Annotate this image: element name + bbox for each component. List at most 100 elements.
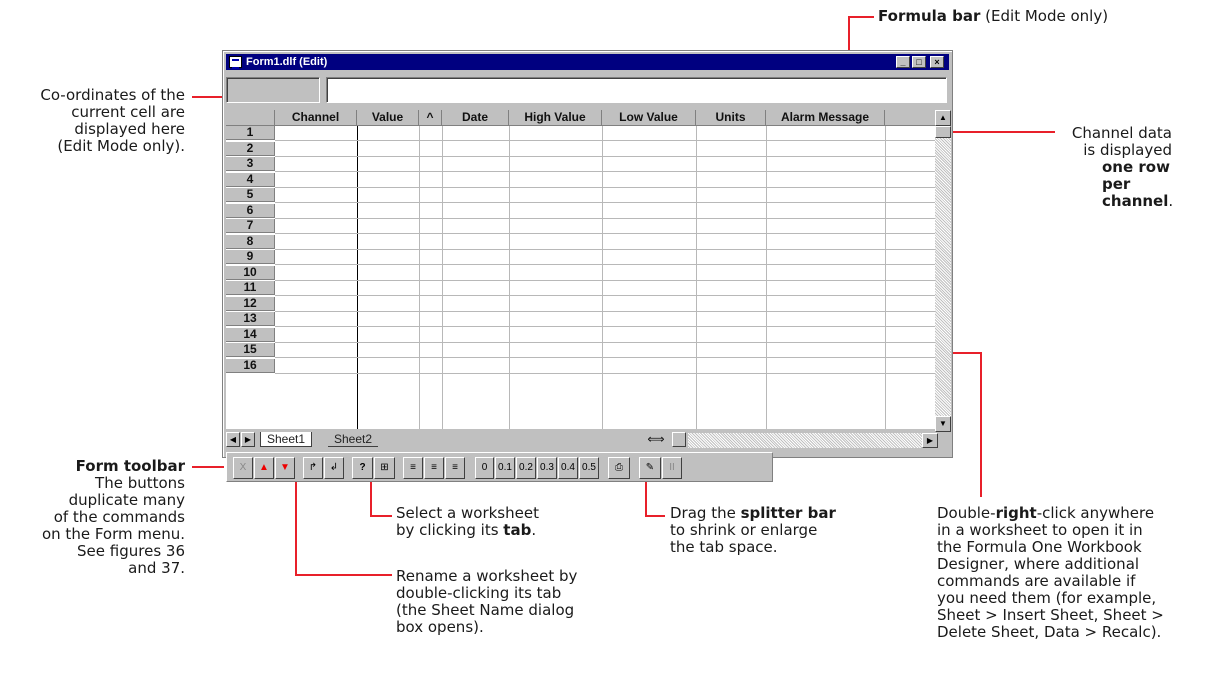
row-header[interactable]: 13 (226, 312, 275, 326)
leader-line (370, 515, 392, 517)
window-title: Form1.dlf (Edit) (246, 56, 328, 68)
gridline (275, 372, 936, 374)
rename-worksheet-callout: Rename a worksheet by double-clicking it… (396, 567, 578, 636)
delete-button[interactable]: X (233, 457, 253, 479)
grid-button[interactable]: ⊞ (374, 457, 395, 479)
tab-scroll-left-button[interactable]: ◀ (226, 432, 240, 447)
form-toolbar: X ▲ ▼ ↱ ↲ ? ⊞ ≡ ≡ ≡ 0 0.1 0.2 0.3 0.4 0.… (226, 452, 773, 482)
splitter-bar[interactable]: ⟺ (641, 432, 671, 447)
row-header[interactable]: 8 (226, 234, 275, 249)
column-header[interactable]: High Value (509, 110, 602, 126)
column-header[interactable]: Low Value (602, 110, 696, 126)
decimals-4-button[interactable]: 0.4 (558, 457, 578, 479)
column-header[interactable]: Units (696, 110, 766, 126)
maximize-button[interactable]: □ (912, 56, 926, 68)
channel-data-callout: Channel data is displayed one row per ch… (1071, 124, 1174, 210)
decimals-2-button[interactable]: 0.2 (516, 457, 536, 479)
leader-line (192, 96, 224, 98)
column-header[interactable]: Value (357, 110, 419, 126)
cell-coordinates-box (226, 77, 320, 103)
worksheet-grid[interactable]: Channel Value ^ Date High Value Low Valu… (226, 110, 936, 429)
column-header[interactable]: Date (442, 110, 509, 126)
leader-line (192, 466, 224, 468)
row-header[interactable]: 16 (226, 358, 275, 373)
gridline (275, 326, 936, 327)
workbook-window: Form1.dlf (Edit) _ □ × Channel Value ^ D… (222, 50, 953, 458)
gridline (275, 341, 936, 343)
tab-sheet2[interactable]: Sheet2 (328, 432, 379, 447)
decimals-1-button[interactable]: 0.1 (495, 457, 515, 479)
worksheet-app-icon (229, 56, 242, 69)
pause-button[interactable]: II (662, 457, 682, 479)
decimals-5-button[interactable]: 0.5 (579, 457, 599, 479)
row-header[interactable]: 12 (226, 296, 275, 311)
corner-header[interactable] (226, 110, 275, 126)
leader-line (935, 131, 1055, 133)
properties-button[interactable]: ⎙ (608, 457, 630, 479)
align-left-button[interactable]: ≡ (403, 457, 423, 479)
tab-sheet1[interactable]: Sheet1 (260, 432, 313, 447)
decimals-3-button[interactable]: 0.3 (537, 457, 557, 479)
row-header[interactable]: 7 (226, 219, 275, 233)
scroll-up-button[interactable]: ▲ (935, 110, 951, 126)
insert-row-button[interactable]: ↱ (303, 457, 323, 479)
move-down-button[interactable]: ▼ (275, 457, 295, 479)
row-header[interactable]: 5 (226, 188, 275, 202)
gridline (275, 217, 936, 219)
gridline (275, 264, 936, 265)
title-bar[interactable]: Form1.dlf (Edit) _ □ × (226, 54, 949, 70)
leader-line (980, 352, 982, 497)
gridline (275, 202, 936, 203)
gridline (275, 248, 936, 250)
form-toolbar-callout: Form toolbar The buttons duplicate many … (41, 457, 185, 577)
decimals-0-button[interactable]: 0 (475, 457, 494, 479)
gridline (275, 140, 936, 141)
gridline (275, 186, 936, 188)
column-header[interactable]: ^ (419, 110, 442, 126)
select-worksheet-callout: Select a worksheet by clicking its tab. (396, 504, 539, 539)
minimize-button[interactable]: _ (896, 56, 910, 68)
scroll-down-button[interactable]: ▼ (935, 416, 951, 432)
row-header[interactable]: 1 (226, 126, 275, 140)
help-button[interactable]: ? (352, 457, 373, 479)
scroll-thumb[interactable] (935, 126, 951, 138)
row-header[interactable]: 2 (226, 141, 275, 156)
vertical-scrollbar[interactable]: ▲ ▼ (935, 110, 951, 432)
row-header[interactable]: 10 (226, 265, 275, 280)
row-header[interactable]: 11 (226, 281, 275, 295)
align-right-button[interactable]: ≡ (445, 457, 465, 479)
gridline (275, 310, 936, 312)
align-center-button[interactable]: ≡ (424, 457, 444, 479)
close-button[interactable]: × (930, 56, 944, 68)
column-header[interactable]: Channel (275, 110, 357, 126)
splitter-bar-callout: Drag the splitter bar to shrink or enlar… (670, 504, 836, 556)
sheet-tab-row: ◀ ▶ Sheet1 Sheet2 ⟺ ▶ (226, 432, 950, 449)
gridline (275, 171, 936, 172)
edit-mode-button[interactable]: ✎ (639, 457, 661, 479)
formula-bar-callout: Formula bar (Edit Mode only) (878, 7, 1109, 25)
formula-bar-input[interactable] (326, 77, 947, 103)
horizontal-scrollbar[interactable]: ▶ (688, 433, 938, 448)
column-header[interactable]: Alarm Message (766, 110, 885, 126)
gridline (275, 233, 936, 234)
row-header[interactable]: 4 (226, 172, 275, 187)
row-header[interactable]: 15 (226, 343, 275, 357)
gridline (275, 279, 936, 281)
scroll-right-button[interactable]: ▶ (922, 433, 938, 448)
leader-line (645, 515, 665, 517)
gridline (275, 357, 936, 358)
double-right-click-callout: Double-right-click anywhere in a workshe… (937, 504, 1164, 641)
tab-scroll-right-button[interactable]: ▶ (241, 432, 255, 447)
leader-line (848, 16, 874, 18)
row-header[interactable]: 6 (226, 203, 275, 218)
column-header[interactable]: I (885, 110, 936, 126)
gridline (275, 155, 936, 157)
leader-line (295, 574, 392, 576)
row-header[interactable]: 9 (226, 250, 275, 264)
delete-row-button[interactable]: ↲ (324, 457, 344, 479)
splitter-handle[interactable] (672, 432, 686, 447)
move-up-button[interactable]: ▲ (254, 457, 274, 479)
row-header[interactable]: 3 (226, 157, 275, 171)
row-header[interactable]: 14 (226, 327, 275, 342)
coordinates-callout: Co-ordinates of the current cell are dis… (40, 86, 185, 155)
